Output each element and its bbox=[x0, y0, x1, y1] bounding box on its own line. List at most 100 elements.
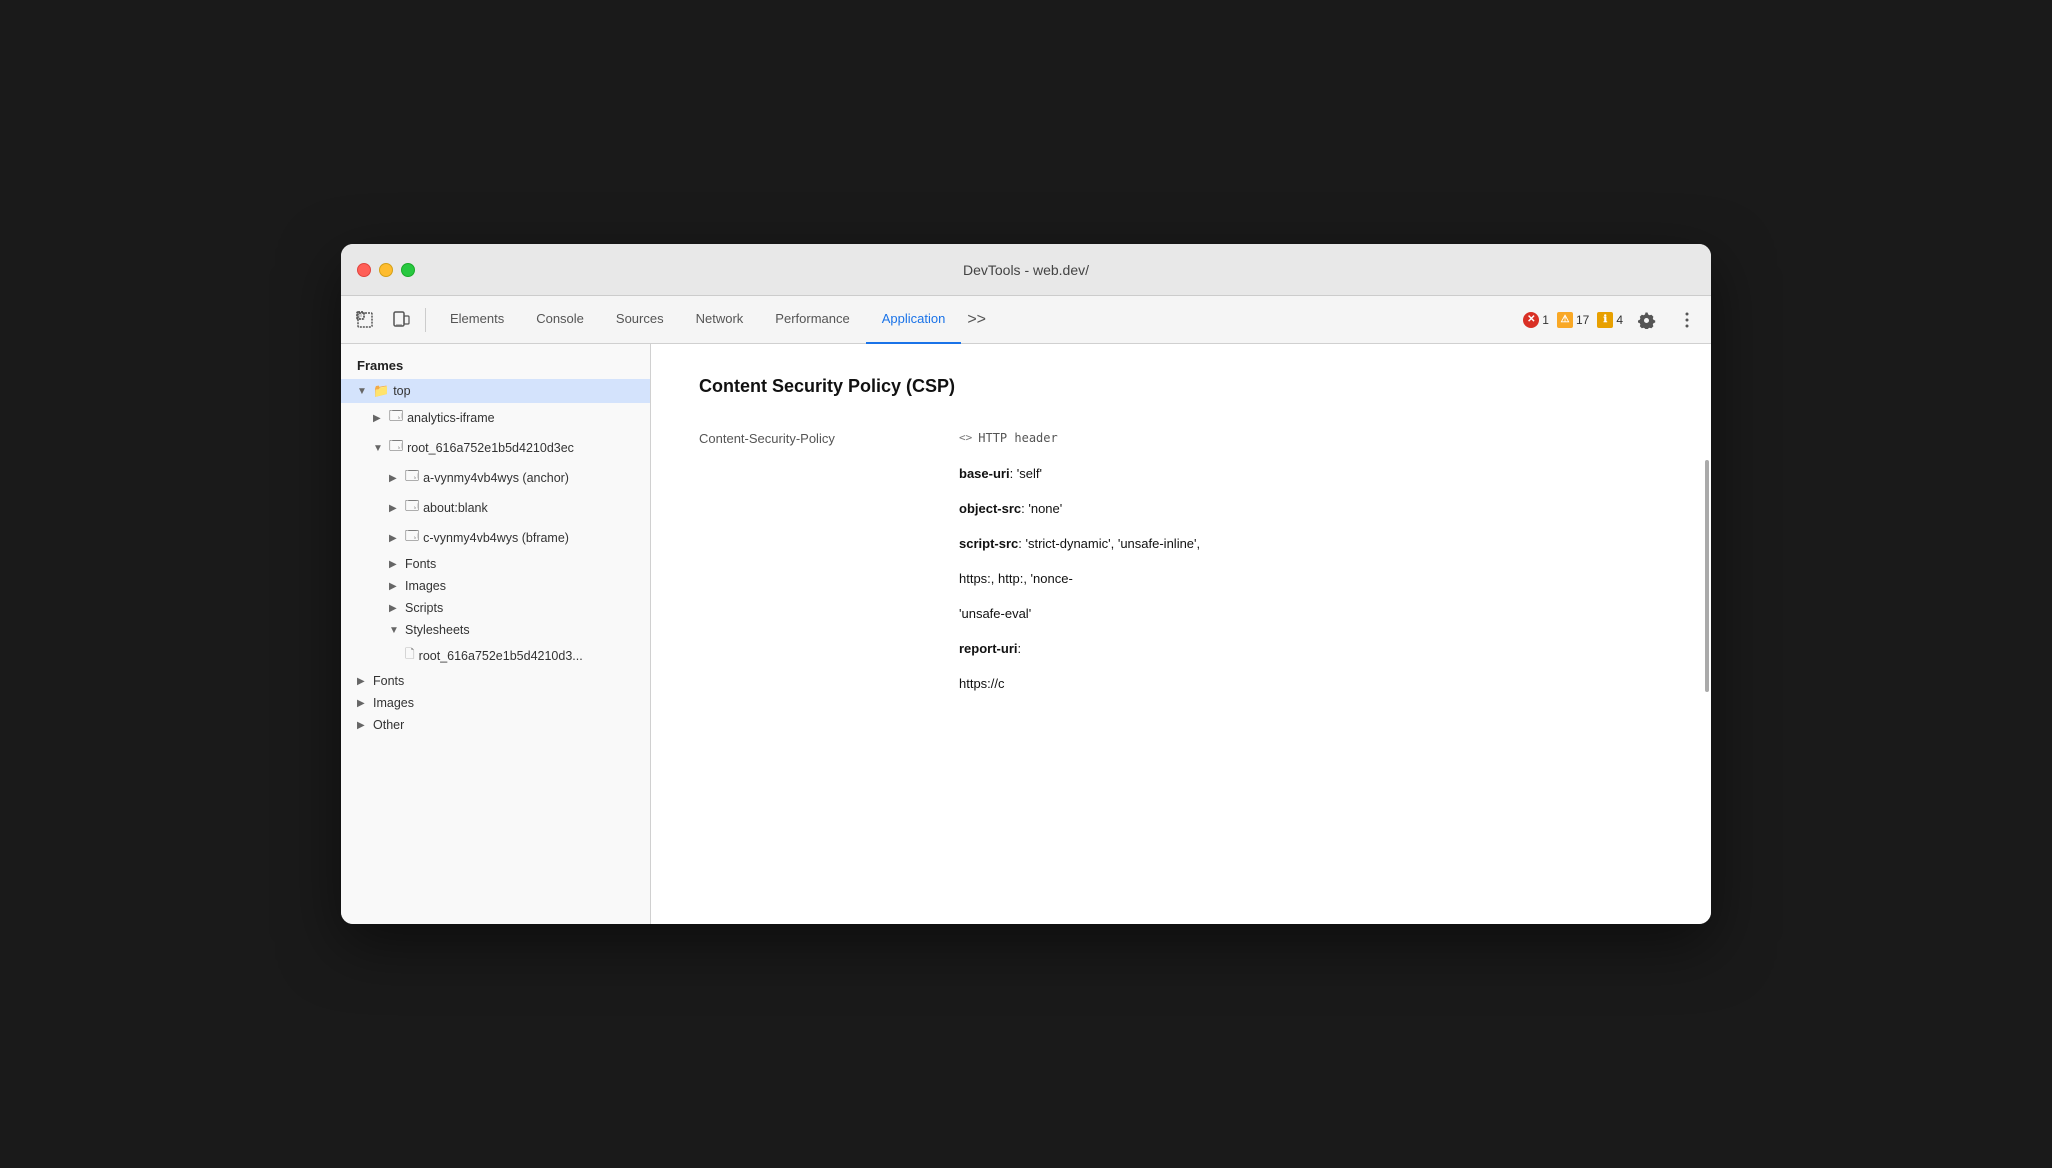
warning-icon: ⚠ bbox=[1557, 312, 1573, 328]
csp-row-object-src: object-src: 'none' bbox=[699, 501, 1663, 516]
toolbar-right: ✕ 1 ⚠ 17 ℹ 4 bbox=[1523, 304, 1703, 336]
csp-key-source: Content-Security-Policy bbox=[699, 429, 959, 446]
sidebar-item-images-inner[interactable]: Images bbox=[341, 575, 650, 597]
sidebar-item-images-label: Images bbox=[373, 696, 414, 710]
devtools-window: DevTools - web.dev/ Elements Console Sou… bbox=[341, 244, 1711, 924]
more-options-button[interactable] bbox=[1671, 304, 1703, 336]
more-tabs-button[interactable]: >> bbox=[961, 307, 992, 333]
sidebar-item-a-vynmy-label: a-vynmy4vb4wys (anchor) bbox=[423, 471, 569, 485]
inspect-element-button[interactable] bbox=[349, 304, 381, 336]
titlebar: DevTools - web.dev/ bbox=[341, 244, 1711, 296]
csp-key-object-src bbox=[699, 501, 959, 503]
csp-key-report-url bbox=[699, 676, 959, 678]
chevron-scripts-inner bbox=[389, 603, 401, 614]
csp-row-script-src: script-src: 'strict-dynamic', 'unsafe-in… bbox=[699, 536, 1663, 551]
csp-value-object-src: object-src: 'none' bbox=[959, 501, 1663, 516]
content-title: Content Security Policy (CSP) bbox=[699, 376, 1663, 397]
tab-application[interactable]: Application bbox=[866, 296, 962, 344]
csp-row-report-uri: report-uri: bbox=[699, 641, 1663, 656]
maximize-button[interactable] bbox=[401, 263, 415, 277]
sidebar-item-about-blank-label: about:blank bbox=[423, 501, 488, 515]
sidebar-item-stylesheet-file-label: root_616a752e1b5d4210d3... bbox=[419, 649, 583, 663]
chevron-top bbox=[357, 386, 369, 397]
chevron-root616a bbox=[373, 443, 385, 454]
chevron-other bbox=[357, 720, 369, 731]
sidebar-item-images-inner-label: Images bbox=[405, 579, 446, 593]
folder-icon-analytics: 🗔 bbox=[389, 407, 403, 429]
csp-key-script-src bbox=[699, 536, 959, 538]
csp-key-https bbox=[699, 571, 959, 573]
sidebar-item-a-vynmy[interactable]: 🗔 a-vynmy4vb4wys (anchor) bbox=[341, 463, 650, 493]
error-count: 1 bbox=[1542, 313, 1549, 327]
warning-badge[interactable]: ⚠ 17 bbox=[1557, 312, 1589, 328]
tab-elements[interactable]: Elements bbox=[434, 296, 520, 344]
minimize-button[interactable] bbox=[379, 263, 393, 277]
sidebar-item-scripts-inner[interactable]: Scripts bbox=[341, 597, 650, 619]
sidebar-item-about-blank[interactable]: 🗔 about:blank bbox=[341, 493, 650, 523]
sidebar-item-scripts-inner-label: Scripts bbox=[405, 601, 443, 615]
directive-report-uri: report-uri bbox=[959, 641, 1018, 656]
window-title: DevTools - web.dev/ bbox=[963, 262, 1089, 278]
error-icon: ✕ bbox=[1523, 312, 1539, 328]
folder-icon-a-vynmy: 🗔 bbox=[405, 467, 419, 489]
sidebar-item-root616a-label: root_616a752e1b5d4210d3ec bbox=[407, 441, 574, 455]
sidebar-item-stylesheet-file[interactable]: 🗋 root_616a752e1b5d4210d3... bbox=[341, 641, 650, 670]
sidebar-item-analytics-iframe[interactable]: 🗔 analytics-iframe bbox=[341, 403, 650, 433]
sidebar-item-stylesheets-inner-label: Stylesheets bbox=[405, 623, 470, 637]
info-icon: ℹ bbox=[1597, 312, 1613, 328]
content-scrollbar[interactable] bbox=[1703, 344, 1711, 924]
directive-script-src: script-src bbox=[959, 536, 1018, 551]
csp-value-report-uri: report-uri: bbox=[959, 641, 1663, 656]
folder-icon-about-blank: 🗔 bbox=[405, 497, 419, 519]
sidebar-item-fonts[interactable]: Fonts bbox=[341, 670, 650, 692]
tab-performance[interactable]: Performance bbox=[759, 296, 865, 344]
warning-count: 17 bbox=[1576, 313, 1589, 327]
folder-icon-root616a: 🗔 bbox=[389, 437, 403, 459]
sidebar-item-other[interactable]: Other bbox=[341, 714, 650, 736]
csp-row-unsafe-eval: 'unsafe-eval' bbox=[699, 606, 1663, 621]
csp-key-unsafe-eval bbox=[699, 606, 959, 608]
sidebar-item-c-vynmy-label: c-vynmy4vb4wys (bframe) bbox=[423, 531, 569, 545]
toolbar-divider bbox=[425, 308, 426, 332]
tab-network[interactable]: Network bbox=[680, 296, 760, 344]
sidebar-item-stylesheets-inner[interactable]: Stylesheets bbox=[341, 619, 650, 641]
info-badge[interactable]: ℹ 4 bbox=[1597, 312, 1623, 328]
csp-value-unsafe-eval: 'unsafe-eval' bbox=[959, 606, 1663, 621]
csp-row-base-uri: base-uri: 'self' bbox=[699, 466, 1663, 481]
tab-console[interactable]: Console bbox=[520, 296, 600, 344]
error-badge[interactable]: ✕ 1 bbox=[1523, 312, 1549, 328]
settings-button[interactable] bbox=[1631, 304, 1663, 336]
close-button[interactable] bbox=[357, 263, 371, 277]
directive-object-src: object-src bbox=[959, 501, 1021, 516]
info-count: 4 bbox=[1616, 313, 1623, 327]
folder-icon-c-vynmy: 🗔 bbox=[405, 527, 419, 549]
sidebar-item-top-label: top bbox=[393, 384, 410, 398]
sidebar-item-top[interactable]: 📁 top bbox=[341, 379, 650, 403]
chevron-analytics bbox=[373, 413, 385, 424]
sidebar-section-frames: Frames bbox=[341, 352, 650, 379]
sidebar-item-c-vynmy[interactable]: 🗔 c-vynmy4vb4wys (bframe) bbox=[341, 523, 650, 553]
csp-row-source: Content-Security-Policy HTTP header bbox=[699, 429, 1663, 446]
csp-row-report-url: https://c bbox=[699, 676, 1663, 691]
chevron-fonts bbox=[357, 676, 369, 687]
directive-base-uri: base-uri bbox=[959, 466, 1010, 481]
sidebar-item-analytics-label: analytics-iframe bbox=[407, 411, 495, 425]
csp-value-https: https:, http:, 'nonce- bbox=[959, 571, 1663, 586]
tab-sources[interactable]: Sources bbox=[600, 296, 680, 344]
file-icon-stylesheet: 🗋 bbox=[405, 645, 415, 666]
chevron-fonts-inner bbox=[389, 559, 401, 570]
folder-icon-top: 📁 bbox=[373, 383, 389, 399]
csp-value-source: HTTP header bbox=[959, 429, 1663, 445]
chevron-c-vynmy bbox=[389, 533, 401, 544]
sidebar-item-images[interactable]: Images bbox=[341, 692, 650, 714]
csp-value-base-uri: base-uri: 'self' bbox=[959, 466, 1663, 481]
sidebar-item-other-label: Other bbox=[373, 718, 404, 732]
toolbar: Elements Console Sources Network Perform… bbox=[341, 296, 1711, 344]
sidebar-item-fonts-inner[interactable]: Fonts bbox=[341, 553, 650, 575]
content-scrollbar-thumb bbox=[1705, 460, 1709, 692]
device-toggle-button[interactable] bbox=[385, 304, 417, 336]
csp-key-report-uri bbox=[699, 641, 959, 643]
chevron-a-vynmy bbox=[389, 473, 401, 484]
content-panel: Content Security Policy (CSP) Content-Se… bbox=[651, 344, 1711, 924]
sidebar-item-root616a[interactable]: 🗔 root_616a752e1b5d4210d3ec bbox=[341, 433, 650, 463]
